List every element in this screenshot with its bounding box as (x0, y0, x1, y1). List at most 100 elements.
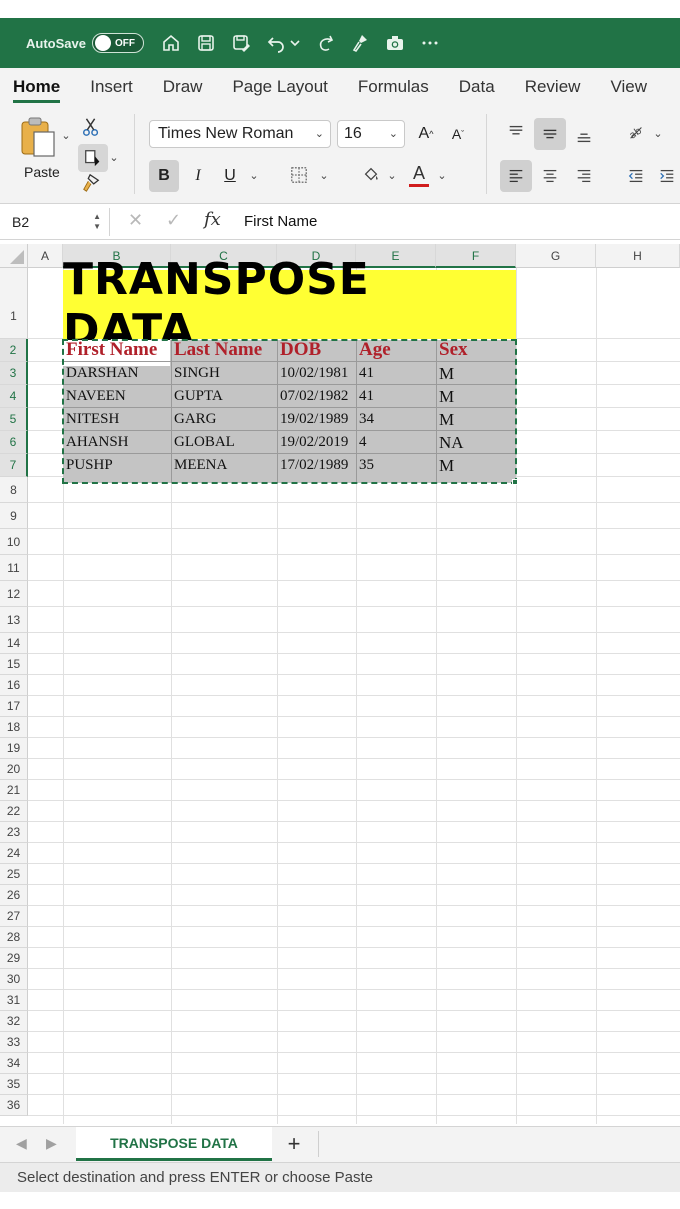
decrease-font-size-icon[interactable]: Aˇ (444, 120, 472, 148)
fill-handle[interactable] (512, 479, 518, 485)
row-header-24[interactable]: 24 (0, 843, 28, 864)
name-box-spinner-icon[interactable]: ▲ ▼ (93, 212, 101, 232)
camera-icon[interactable] (384, 32, 406, 54)
row-header-33[interactable]: 33 (0, 1032, 28, 1053)
tab-formulas[interactable]: Formulas (358, 68, 429, 106)
row-header-18[interactable]: 18 (0, 717, 28, 738)
format-painter-icon[interactable] (80, 172, 102, 194)
title-cell[interactable]: TRANSPOSE DATA (63, 254, 516, 356)
sheet-tab-transpose-data[interactable]: TRANSPOSE DATA (76, 1127, 272, 1161)
font-color-dropdown-icon[interactable]: ⌄ (436, 166, 448, 184)
orientation-icon[interactable]: ab (622, 118, 650, 146)
cut-icon[interactable] (80, 116, 102, 138)
row-header-10[interactable]: 10 (0, 529, 28, 555)
row-header-28[interactable]: 28 (0, 927, 28, 948)
home-icon[interactable] (160, 32, 182, 54)
tab-draw[interactable]: Draw (163, 68, 203, 106)
tab-view[interactable]: View (610, 68, 647, 106)
tab-home[interactable]: Home (13, 68, 61, 106)
row-header-25[interactable]: 25 (0, 864, 28, 885)
column-header-a[interactable]: A (28, 244, 63, 268)
tab-review[interactable]: Review (525, 68, 581, 106)
tab-insert[interactable]: Insert (90, 68, 133, 106)
column-header-g[interactable]: G (516, 244, 596, 268)
copy-dropdown-icon[interactable]: ⌄ (108, 148, 120, 166)
underline-button[interactable]: U (216, 162, 244, 190)
format-painter-icon[interactable] (349, 32, 371, 54)
fill-color-dropdown-icon[interactable]: ⌄ (386, 166, 398, 184)
row-header-19[interactable]: 19 (0, 738, 28, 759)
row-header-6[interactable]: 6 (0, 431, 28, 454)
row-header-12[interactable]: 12 (0, 581, 28, 607)
enter-icon[interactable]: ✓ (166, 210, 181, 231)
row-header-27[interactable]: 27 (0, 906, 28, 927)
row-header-15[interactable]: 15 (0, 654, 28, 675)
more-icon[interactable] (419, 32, 441, 54)
tab-page-layout[interactable]: Page Layout (232, 68, 327, 106)
align-center-icon[interactable] (536, 162, 564, 190)
cancel-icon[interactable]: ✕ (128, 210, 143, 231)
row-header-3[interactable]: 3 (0, 362, 28, 385)
paste-button[interactable] (16, 116, 60, 160)
row-header-9[interactable]: 9 (0, 503, 28, 529)
row-header-11[interactable]: 11 (0, 555, 28, 581)
row-header-22[interactable]: 22 (0, 801, 28, 822)
row-header-23[interactable]: 23 (0, 822, 28, 843)
insert-function-icon[interactable]: fx (204, 209, 221, 230)
row-header-31[interactable]: 31 (0, 990, 28, 1011)
row-header-2[interactable]: 2 (0, 339, 28, 362)
row-header-32[interactable]: 32 (0, 1011, 28, 1032)
underline-dropdown-icon[interactable]: ⌄ (248, 166, 260, 184)
borders-dropdown-icon[interactable]: ⌄ (318, 166, 330, 184)
align-left-icon[interactable] (500, 160, 532, 192)
row-header-16[interactable]: 16 (0, 675, 28, 696)
undo-icon[interactable] (265, 32, 287, 54)
row-header-34[interactable]: 34 (0, 1053, 28, 1074)
row-header-20[interactable]: 20 (0, 759, 28, 780)
bold-button[interactable]: B (149, 160, 179, 192)
next-sheet-icon[interactable]: ▶ (46, 1135, 57, 1152)
tab-data[interactable]: Data (459, 68, 495, 106)
copy-icon[interactable] (78, 144, 108, 172)
font-color-icon[interactable]: A (406, 160, 432, 190)
row-header-5[interactable]: 5 (0, 408, 28, 431)
borders-icon[interactable] (286, 162, 312, 188)
worksheet-grid[interactable]: ABCDEFGH 1 2 3 4 5 6 7 8 9 10 11 12 13 14 15 16 17 18 19 20… (0, 244, 680, 1124)
align-bottom-icon[interactable] (570, 122, 598, 150)
name-box[interactable]: B2 ▲ ▼ (0, 208, 110, 236)
autosave-toggle[interactable]: OFF (91, 33, 144, 53)
add-sheet-button[interactable]: + (280, 1131, 308, 1157)
fill-color-icon[interactable] (358, 162, 384, 188)
redo-icon[interactable] (314, 32, 336, 54)
undo-dropdown-icon[interactable] (289, 32, 301, 54)
formula-content[interactable]: First Name (244, 213, 317, 230)
column-header-h[interactable]: H (596, 244, 680, 268)
save-as-icon[interactable] (230, 32, 252, 54)
row-header-29[interactable]: 29 (0, 948, 28, 969)
row-header-4[interactable]: 4 (0, 385, 28, 408)
decrease-indent-icon[interactable] (622, 162, 650, 190)
save-icon[interactable] (195, 32, 217, 54)
select-all-button[interactable] (0, 244, 28, 268)
row-header-14[interactable]: 14 (0, 633, 28, 654)
row-header-1[interactable]: 1 (0, 268, 28, 339)
align-top-icon[interactable] (502, 118, 530, 146)
align-right-icon[interactable] (570, 162, 598, 190)
row-header-17[interactable]: 17 (0, 696, 28, 717)
prev-sheet-icon[interactable]: ◀ (16, 1135, 27, 1152)
orientation-dropdown-icon[interactable]: ⌄ (652, 124, 664, 142)
font-name-select[interactable]: Times New Roman ⌄ (149, 120, 331, 148)
increase-font-size-icon[interactable]: A ^ (412, 120, 440, 148)
align-middle-icon[interactable] (534, 118, 566, 150)
font-size-select[interactable]: 16 ⌄ (337, 120, 405, 148)
row-header-36[interactable]: 36 (0, 1095, 28, 1116)
paste-dropdown-icon[interactable]: ⌄ (60, 128, 72, 142)
increase-indent-icon[interactable] (654, 162, 680, 190)
row-header-30[interactable]: 30 (0, 969, 28, 990)
row-header-8[interactable]: 8 (0, 477, 28, 503)
row-header-7[interactable]: 7 (0, 454, 28, 477)
row-header-21[interactable]: 21 (0, 780, 28, 801)
row-header-13[interactable]: 13 (0, 607, 28, 633)
italic-button[interactable]: I (184, 162, 212, 190)
row-header-26[interactable]: 26 (0, 885, 28, 906)
